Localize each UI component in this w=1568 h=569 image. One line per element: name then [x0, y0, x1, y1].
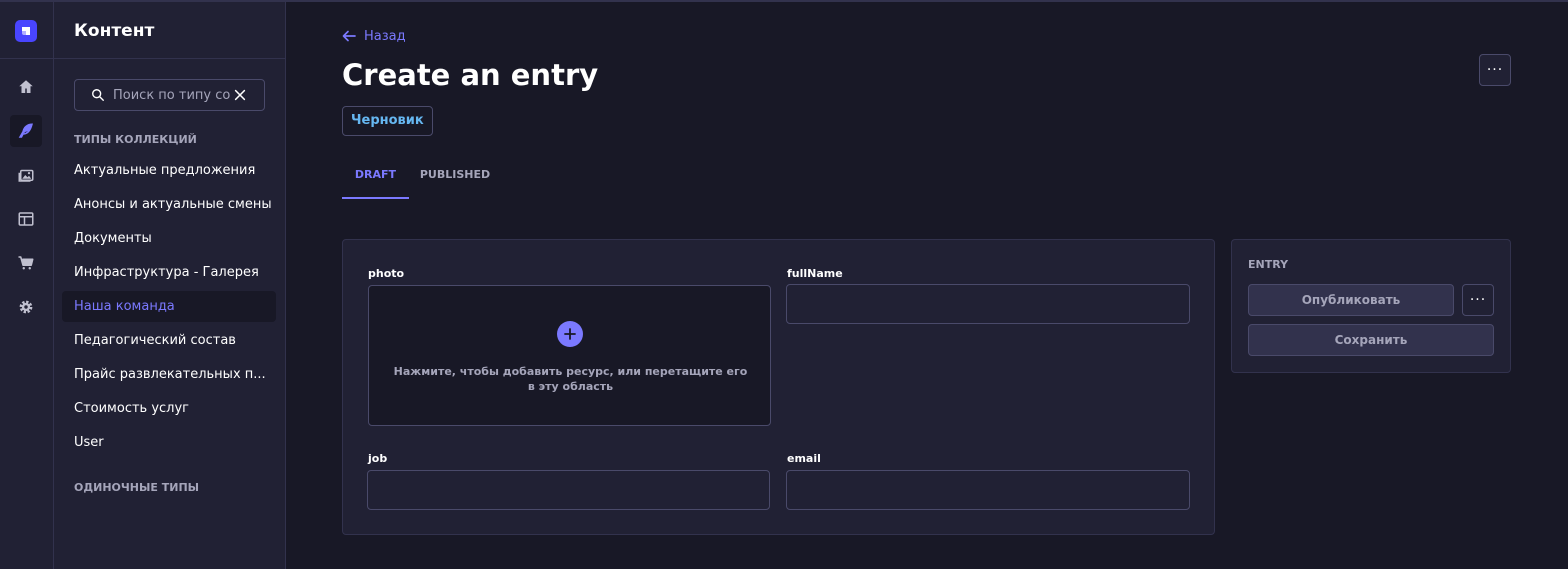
strapi-logo-icon[interactable] — [15, 20, 37, 42]
add-asset-icon[interactable] — [557, 321, 583, 347]
tab-published[interactable]: PUBLISHED — [409, 158, 501, 199]
sidebar-item-aktualnye-predlozheniya[interactable]: Актуальные предложения — [62, 155, 276, 186]
publish-button[interactable]: Опубликовать — [1248, 284, 1454, 316]
nav-media-library-button[interactable] — [10, 159, 42, 191]
fullname-input[interactable] — [786, 284, 1190, 324]
close-icon[interactable] — [233, 88, 247, 102]
content-type-search — [74, 79, 265, 111]
entry-form: photo Нажмите, чтобы добавить ресурс, ил… — [342, 239, 1215, 535]
sidebar-item-prays[interactable]: Прайс развлекательных п... — [62, 359, 276, 390]
layout-icon — [18, 212, 34, 226]
subnav-divider — [54, 58, 285, 59]
search-icon — [92, 89, 104, 101]
more-actions-button[interactable]: ··· — [1479, 54, 1511, 86]
nav-content-type-builder-button[interactable] — [10, 203, 42, 235]
sidebar-item-nasha-komanda[interactable]: Наша команда — [62, 291, 276, 322]
sidebar-item-user[interactable]: User — [62, 427, 276, 458]
feather-icon — [18, 123, 33, 138]
status-badge: Черновик — [342, 106, 433, 136]
email-label: email — [787, 452, 821, 465]
fullname-label: fullName — [787, 267, 843, 280]
back-link-label: Назад — [364, 28, 406, 44]
nav-marketplace-button[interactable] — [10, 247, 42, 279]
sidebar-item-stoimost-uslug[interactable]: Стоимость услуг — [62, 393, 276, 424]
single-types-heading[interactable]: ОДИНОЧНЫЕ ТИПЫ — [74, 481, 199, 494]
job-label: job — [368, 452, 388, 465]
home-icon — [19, 80, 33, 93]
job-input[interactable] — [367, 470, 770, 510]
sidebar-item-pedagogicheskiy-sostav[interactable]: Педагогический состав — [62, 325, 276, 356]
sidebar-item-anonsy[interactable]: Анонсы и актуальные смены — [62, 189, 276, 220]
media-library-icon — [18, 169, 34, 182]
photo-label: photo — [368, 267, 405, 280]
gear-icon — [19, 300, 33, 314]
back-link[interactable]: Назад — [342, 27, 406, 45]
photo-dropzone[interactable]: Нажмите, чтобы добавить ресурс, или пере… — [368, 285, 771, 426]
nav-settings-button[interactable] — [10, 291, 42, 323]
arrow-left-icon — [342, 30, 356, 42]
content-manager-subnav: Контент ТИПЫ КОЛЛЕКЦИЙ Актуальные предло… — [54, 2, 286, 569]
subnav-title: Контент — [74, 21, 155, 41]
nav-home-button[interactable] — [10, 71, 42, 103]
entry-more-button[interactable]: ··· — [1462, 284, 1494, 316]
entry-panel: ENTRY Опубликовать ··· Сохранить — [1231, 239, 1511, 373]
cart-icon — [18, 256, 34, 270]
tab-draft[interactable]: DRAFT — [342, 158, 409, 199]
email-input[interactable] — [786, 470, 1190, 510]
collection-types-heading: ТИПЫ КОЛЛЕКЦИЙ — [74, 133, 197, 146]
page-title: Create an entry — [342, 58, 599, 92]
dropzone-hint: Нажмите, чтобы добавить ресурс, или пере… — [393, 365, 748, 393]
rail-divider — [0, 58, 53, 59]
main-nav-rail — [0, 2, 54, 569]
content-type-search-input[interactable] — [113, 84, 231, 106]
entry-panel-label: ENTRY — [1248, 258, 1289, 271]
sidebar-item-infrastruktura-galereya[interactable]: Инфраструктура - Галерея — [62, 257, 276, 288]
sidebar-item-dokumenty[interactable]: Документы — [62, 223, 276, 254]
nav-content-manager-button[interactable] — [10, 115, 42, 147]
save-button[interactable]: Сохранить — [1248, 324, 1494, 356]
